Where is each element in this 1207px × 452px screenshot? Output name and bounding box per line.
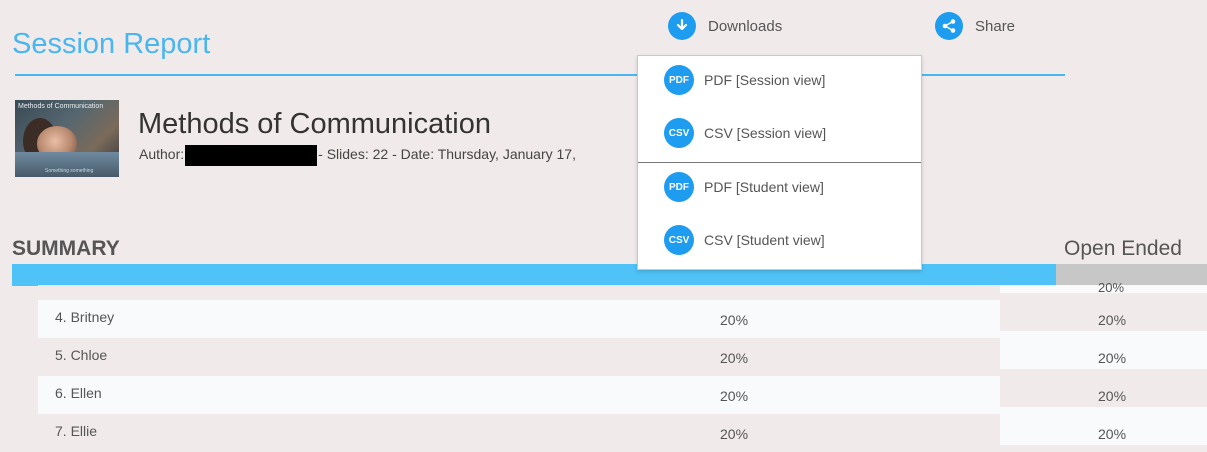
student-table: 4. Britney 20% 5. Chloe 20% 6. Ellen 20%… — [38, 285, 1000, 452]
open-ended-score: 20% — [1098, 312, 1127, 328]
student-score: 20% — [720, 312, 749, 328]
table-row[interactable]: 4. Britney 20% — [38, 300, 1000, 338]
open-ended-cell: 20% — [1000, 293, 1207, 331]
page-title: Session Report — [12, 28, 211, 60]
open-ended-score: 20% — [1098, 350, 1127, 366]
open-ended-cell: 20% — [1000, 369, 1207, 407]
downloads-button[interactable]: Downloads — [668, 12, 782, 40]
share-label: Share — [975, 17, 1016, 35]
thumbnail-footer: Something something — [45, 168, 94, 174]
table-row[interactable]: 7. Ellie 20% — [38, 414, 1000, 452]
menu-item-label: CSV [Student view] — [704, 232, 825, 248]
presentation-meta: Author: - Slides: 22 - Date: Thursday, Ja… — [139, 145, 576, 166]
menu-item-label: PDF [Session view] — [704, 72, 826, 88]
student-name: 5. Chloe — [55, 347, 108, 363]
student-score: 20% — [720, 426, 749, 442]
open-ended-cell: 20% — [1000, 407, 1207, 445]
thumbnail-caption: Methods of Communication — [18, 103, 104, 110]
student-score: 20% — [720, 350, 749, 366]
summary-heading: SUMMARY — [12, 237, 120, 260]
download-pdf-student-view[interactable]: PDF PDF [Student view] — [664, 172, 824, 202]
downloads-label: Downloads — [708, 17, 783, 35]
open-ended-cell: 20% — [1000, 280, 1207, 295]
meta-details: - Slides: 22 - Date: Thursday, January 1… — [318, 146, 576, 163]
student-score: 20% — [720, 388, 749, 404]
share-icon — [935, 12, 963, 40]
downloads-dropdown: PDF PDF [Session view] CSV CSV [Session … — [637, 55, 922, 270]
csv-icon: CSV — [664, 225, 694, 255]
csv-icon: CSV — [664, 118, 694, 148]
menu-divider — [638, 162, 921, 163]
presentation-thumbnail: Methods of Communication Something somet… — [15, 100, 119, 177]
open-ended-column: 20% 20% 20% 20% 20% — [1000, 280, 1207, 445]
download-icon — [668, 12, 696, 40]
share-button[interactable]: Share — [935, 12, 1015, 40]
student-name: 6. Ellen — [55, 385, 102, 401]
table-row[interactable]: 5. Chloe 20% — [38, 338, 1000, 376]
download-pdf-session-view[interactable]: PDF PDF [Session view] — [664, 65, 825, 95]
pdf-icon: PDF — [664, 65, 694, 95]
pdf-icon: PDF — [664, 172, 694, 202]
table-row[interactable] — [38, 285, 1000, 300]
open-ended-score: 20% — [1098, 388, 1127, 404]
redacted-author — [185, 145, 318, 166]
menu-item-label: CSV [Session view] — [704, 125, 827, 141]
student-name: 4. Britney — [55, 309, 115, 325]
open-ended-header-bar — [1056, 264, 1207, 286]
author-label: Author: — [139, 146, 185, 163]
download-csv-session-view[interactable]: CSV CSV [Session view] — [664, 118, 826, 148]
open-ended-score: 20% — [1098, 426, 1127, 442]
table-row[interactable]: 6. Ellen 20% — [38, 376, 1000, 414]
presentation-title: Methods of Communication — [138, 108, 491, 140]
open-ended-heading: Open Ended — [1064, 237, 1182, 260]
open-ended-cell: 20% — [1000, 331, 1207, 369]
download-csv-student-view[interactable]: CSV CSV [Student view] — [664, 225, 825, 255]
menu-item-label: PDF [Student view] — [704, 179, 824, 195]
student-name: 7. Ellie — [55, 423, 98, 439]
